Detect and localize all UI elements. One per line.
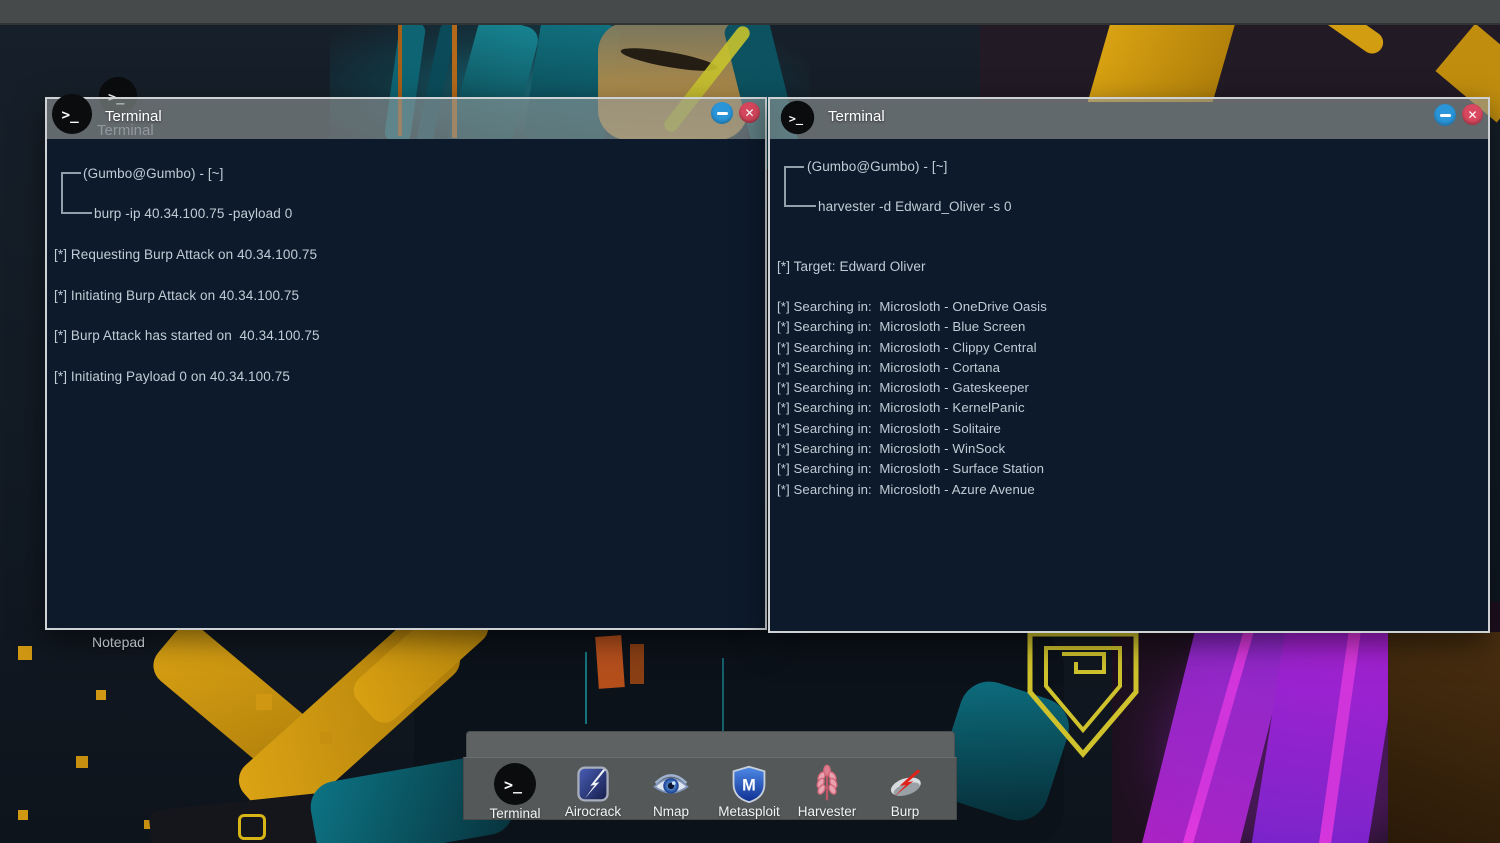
- top-panel: [0, 0, 1500, 25]
- dock-item-label: Harvester: [798, 804, 857, 819]
- prompt-command: harvester -d Edward_Oliver -s 0: [818, 199, 1012, 214]
- metasploit-icon: M: [729, 764, 769, 804]
- search-line: [*] Searching in: Microsloth - Blue Scre…: [777, 319, 1047, 339]
- dock-item-label: Burp: [891, 804, 920, 819]
- terminal-icon: >_: [493, 762, 537, 806]
- search-line: [*] Searching in: Microsloth - Gateskeep…: [777, 380, 1047, 400]
- wallpaper-circuit-line: [722, 658, 724, 738]
- prompt-tree-line: [61, 172, 63, 214]
- wallpaper-gold-square: [76, 756, 88, 768]
- harvester-icon: [807, 764, 847, 804]
- wallpaper-circuit-line: [585, 652, 587, 724]
- svg-text:>_: >_: [62, 108, 80, 124]
- wallpaper-brown-patch: [1388, 632, 1500, 843]
- dock-item-nmap[interactable]: Nmap: [632, 764, 710, 819]
- prompt-tree-line: [784, 205, 816, 207]
- titlebar[interactable]: >_ Terminal ✕: [770, 99, 1488, 139]
- nmap-icon: [651, 764, 691, 804]
- wallpaper-gold-square: [18, 646, 32, 660]
- svg-text:>_: >_: [504, 776, 523, 794]
- window-title: Terminal: [828, 108, 885, 125]
- terminal-icon: >_: [51, 93, 93, 135]
- prompt-tree-line: [61, 212, 92, 214]
- wallpaper-chevron-emblem: [1022, 628, 1144, 764]
- wallpaper-gold-badge: [238, 814, 266, 840]
- svg-text:>_: >_: [789, 111, 804, 126]
- search-line: [*] Searching in: Microsloth - OneDrive …: [777, 299, 1047, 319]
- terminal-icon: >_: [780, 100, 815, 135]
- dock-item-airocrack[interactable]: Airocrack: [554, 764, 632, 819]
- terminal-output-line: [*] Initiating Payload 0 on 40.34.100.75: [54, 369, 290, 384]
- search-results-list: [*] Searching in: Microsloth - OneDrive …: [777, 299, 1047, 502]
- wallpaper-gold-square: [96, 690, 106, 700]
- prompt-host: (Gumbo@Gumbo) - [~]: [807, 159, 948, 174]
- prompt-tree-line: [784, 166, 786, 207]
- minimize-icon: [717, 112, 728, 115]
- terminal-output-line: [*] Initiating Burp Attack on 40.34.100.…: [54, 288, 299, 303]
- wallpaper-gold-square: [256, 694, 272, 710]
- minimize-icon: [1440, 114, 1451, 117]
- dock: >_ Terminal Airocrack: [463, 757, 957, 820]
- search-line: [*] Searching in: Microsloth - Clippy Ce…: [777, 340, 1047, 360]
- wallpaper-gold-shape: [1088, 16, 1238, 102]
- wallpaper-gold-square: [18, 810, 28, 820]
- dock-item-burp[interactable]: Burp: [866, 764, 944, 819]
- prompt-tree-line: [61, 172, 81, 174]
- dock-item-metasploit[interactable]: M Metasploit: [710, 764, 788, 819]
- notepad-window-label[interactable]: Notepad: [92, 634, 145, 650]
- terminal-window-right: >_ Terminal ✕ (Gumbo@Gumbo) - [~] harves…: [768, 97, 1490, 633]
- prompt-tree-line: [784, 166, 804, 168]
- titlebar[interactable]: >_ Terminal Terminal ✕: [47, 99, 765, 139]
- search-line: [*] Searching in: Microsloth - Surface S…: [777, 461, 1047, 481]
- burp-icon: [885, 764, 925, 804]
- terminal-output-line: [*] Requesting Burp Attack on 40.34.100.…: [54, 247, 317, 262]
- search-line: [*] Searching in: Microsloth - KernelPan…: [777, 400, 1047, 420]
- dock-item-label: Airocrack: [565, 804, 621, 819]
- terminal-content[interactable]: (Gumbo@Gumbo) - [~] burp -ip 40.34.100.7…: [47, 139, 765, 628]
- wallpaper-orange-patch: [630, 644, 644, 684]
- wallpaper-orange-patch: [595, 635, 625, 689]
- terminal-window-left: >_ Terminal Terminal ✕ (Gumbo@Gumbo) - […: [45, 97, 767, 630]
- terminal-content[interactable]: (Gumbo@Gumbo) - [~] harvester -d Edward_…: [770, 139, 1488, 631]
- minimize-button[interactable]: [1434, 104, 1456, 126]
- terminal-output-line: [*] Burp Attack has started on 40.34.100…: [54, 328, 320, 343]
- prompt-command: burp -ip 40.34.100.75 -payload 0: [94, 206, 292, 221]
- dock-item-label: Terminal: [489, 806, 540, 821]
- wallpaper-maroon-patch: [980, 23, 1500, 103]
- ghost-window-title: Terminal: [97, 122, 154, 139]
- dock-item-label: Nmap: [653, 804, 689, 819]
- close-button[interactable]: ✕: [1462, 104, 1483, 125]
- close-icon: ✕: [744, 107, 754, 119]
- desktop: >_ Notepad >_ Terminal Terminal ✕: [0, 0, 1500, 843]
- search-line: [*] Searching in: Microsloth - Cortana: [777, 360, 1047, 380]
- dock-item-harvester[interactable]: Harvester: [788, 764, 866, 819]
- dock-item-terminal[interactable]: >_ Terminal: [476, 764, 554, 821]
- search-line: [*] Searching in: Microsloth - WinSock: [777, 441, 1047, 461]
- dock-item-label: Metasploit: [718, 804, 780, 819]
- dock-background: [466, 731, 955, 758]
- prompt-host: (Gumbo@Gumbo) - [~]: [83, 166, 224, 181]
- svg-text:M: M: [742, 776, 756, 794]
- wallpaper-gold-square: [320, 732, 332, 744]
- close-button[interactable]: ✕: [739, 102, 760, 123]
- target-line: [*] Target: Edward Oliver: [777, 259, 926, 274]
- close-icon: ✕: [1467, 109, 1477, 121]
- search-line: [*] Searching in: Microsloth - Azure Ave…: [777, 482, 1047, 502]
- airocrack-icon: [573, 764, 613, 804]
- search-line: [*] Searching in: Microsloth - Solitaire: [777, 421, 1047, 441]
- minimize-button[interactable]: [711, 102, 733, 124]
